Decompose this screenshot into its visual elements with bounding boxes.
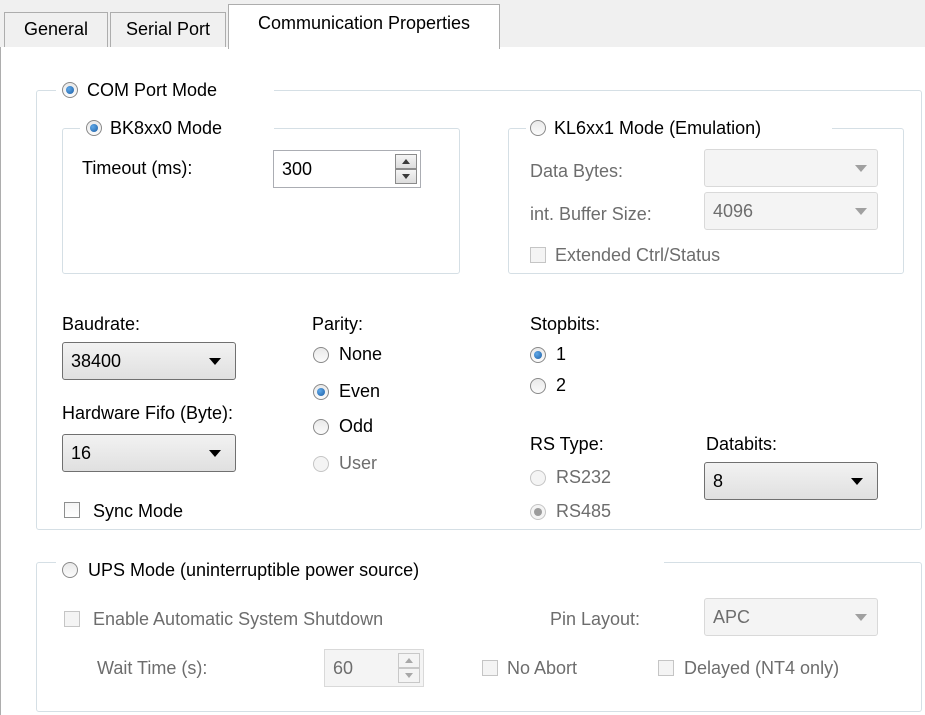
timeout-value: 300 [282, 159, 313, 179]
baudrate-value: 38400 [71, 351, 122, 371]
stopbits-1-label: 1 [556, 344, 567, 364]
hardware-fifo-value: 16 [71, 443, 92, 463]
timeout-label: Timeout (ms): [82, 158, 193, 178]
wait-time-spin-input[interactable]: 60 [324, 649, 424, 687]
tab-serial-port[interactable]: Serial Port [110, 12, 226, 47]
parity-even-label: Even [339, 381, 381, 401]
ups-mode-radio[interactable] [62, 562, 78, 578]
stopbits-2-label: 2 [556, 375, 567, 395]
hardware-fifo-select[interactable]: 16 [62, 434, 236, 472]
databits-value: 8 [713, 471, 724, 491]
databits-label: Databits: [706, 434, 778, 454]
bk-mode-header[interactable]: BK8xx0 Mode [80, 116, 274, 140]
pin-layout-value: APC [713, 607, 751, 627]
parity-user-radio[interactable] [313, 456, 329, 472]
rs485-label: RS485 [556, 501, 612, 521]
rs-type-label: RS Type: [530, 434, 604, 454]
timeout-spin-down-button[interactable] [395, 169, 417, 184]
data-bytes-select[interactable] [704, 149, 878, 187]
baudrate-label: Baudrate: [62, 314, 141, 334]
bk-mode-radio[interactable] [86, 120, 102, 136]
extended-ctrl-status-checkbox[interactable] [530, 247, 546, 263]
ups-mode-group [36, 562, 922, 712]
tab-strip: General Serial Port Communication Proper… [0, 0, 925, 49]
chevron-down-icon [209, 358, 221, 365]
buffer-size-select[interactable]: 4096 [704, 192, 878, 230]
sync-mode-checkbox[interactable] [64, 502, 80, 518]
parity-odd-label: Odd [339, 416, 374, 436]
extended-ctrl-status-label: Extended Ctrl/Status [555, 245, 721, 265]
hardware-fifo-label: Hardware Fifo (Byte): [62, 403, 234, 423]
kl-mode-header[interactable]: KL6xx1 Mode (Emulation) [526, 116, 832, 140]
chevron-down-icon [855, 208, 867, 215]
chevron-down-icon [855, 614, 867, 621]
auto-shutdown-checkbox[interactable] [64, 611, 80, 627]
spin-up-arrow-icon [405, 658, 413, 663]
kl-mode-radio[interactable] [530, 120, 546, 136]
delayed-nt4-checkbox[interactable] [658, 660, 674, 676]
tab-communication-properties[interactable]: Communication Properties [228, 4, 500, 49]
com-port-mode-header[interactable]: COM Port Mode [56, 78, 274, 102]
parity-even-radio[interactable] [313, 384, 329, 400]
no-abort-checkbox[interactable] [482, 660, 498, 676]
pin-layout-label: Pin Layout: [550, 609, 641, 629]
parity-label: Parity: [312, 314, 364, 334]
spin-down-arrow-icon [405, 673, 413, 678]
parity-odd-radio[interactable] [313, 419, 329, 435]
rs232-label: RS232 [556, 467, 612, 487]
pin-layout-select[interactable]: APC [704, 598, 878, 636]
stopbits-2-radio[interactable] [530, 378, 546, 394]
spin-up-arrow-icon [402, 159, 410, 164]
tab-communication-properties-label: Communication Properties [257, 13, 471, 33]
tab-general-label: General [23, 19, 89, 39]
parity-user-label: User [339, 453, 378, 473]
stopbits-label: Stopbits: [530, 314, 601, 334]
wait-time-label: Wait Time (s): [97, 658, 208, 678]
timeout-spin-up-button[interactable] [395, 154, 417, 169]
tab-serial-port-label: Serial Port [125, 19, 211, 39]
wait-time-spin-down-button[interactable] [398, 668, 420, 683]
parity-none-label: None [339, 344, 383, 364]
stopbits-1-radio[interactable] [530, 347, 546, 363]
rs232-radio[interactable] [530, 470, 546, 486]
buffer-size-value: 4096 [713, 201, 754, 221]
wait-time-spin-up-button[interactable] [398, 653, 420, 668]
parity-none-radio[interactable] [313, 347, 329, 363]
data-bytes-label: Data Bytes: [530, 161, 624, 181]
tab-general[interactable]: General [4, 12, 108, 47]
auto-shutdown-label: Enable Automatic System Shutdown [93, 609, 384, 629]
chevron-down-icon [209, 450, 221, 457]
chevron-down-icon [851, 478, 863, 485]
buffer-size-label: int. Buffer Size: [530, 204, 652, 224]
no-abort-label: No Abort [507, 658, 578, 678]
bk-mode-label: BK8xx0 Mode [110, 118, 223, 138]
spin-down-arrow-icon [402, 174, 410, 179]
databits-select[interactable]: 8 [704, 462, 878, 500]
chevron-down-icon [855, 165, 867, 172]
baudrate-select[interactable]: 38400 [62, 342, 236, 380]
com-port-mode-label: COM Port Mode [87, 80, 218, 100]
timeout-spin-input[interactable]: 300 [273, 150, 421, 188]
kl-mode-label: KL6xx1 Mode (Emulation) [554, 118, 762, 138]
delayed-nt4-label: Delayed (NT4 only) [684, 658, 840, 678]
ups-mode-label: UPS Mode (uninterruptible power source) [88, 560, 420, 580]
sync-mode-label: Sync Mode [93, 501, 184, 521]
ups-mode-header[interactable]: UPS Mode (uninterruptible power source) [56, 558, 664, 582]
com-port-mode-radio[interactable] [62, 82, 78, 98]
wait-time-value: 60 [333, 658, 354, 678]
rs485-radio[interactable] [530, 504, 546, 520]
